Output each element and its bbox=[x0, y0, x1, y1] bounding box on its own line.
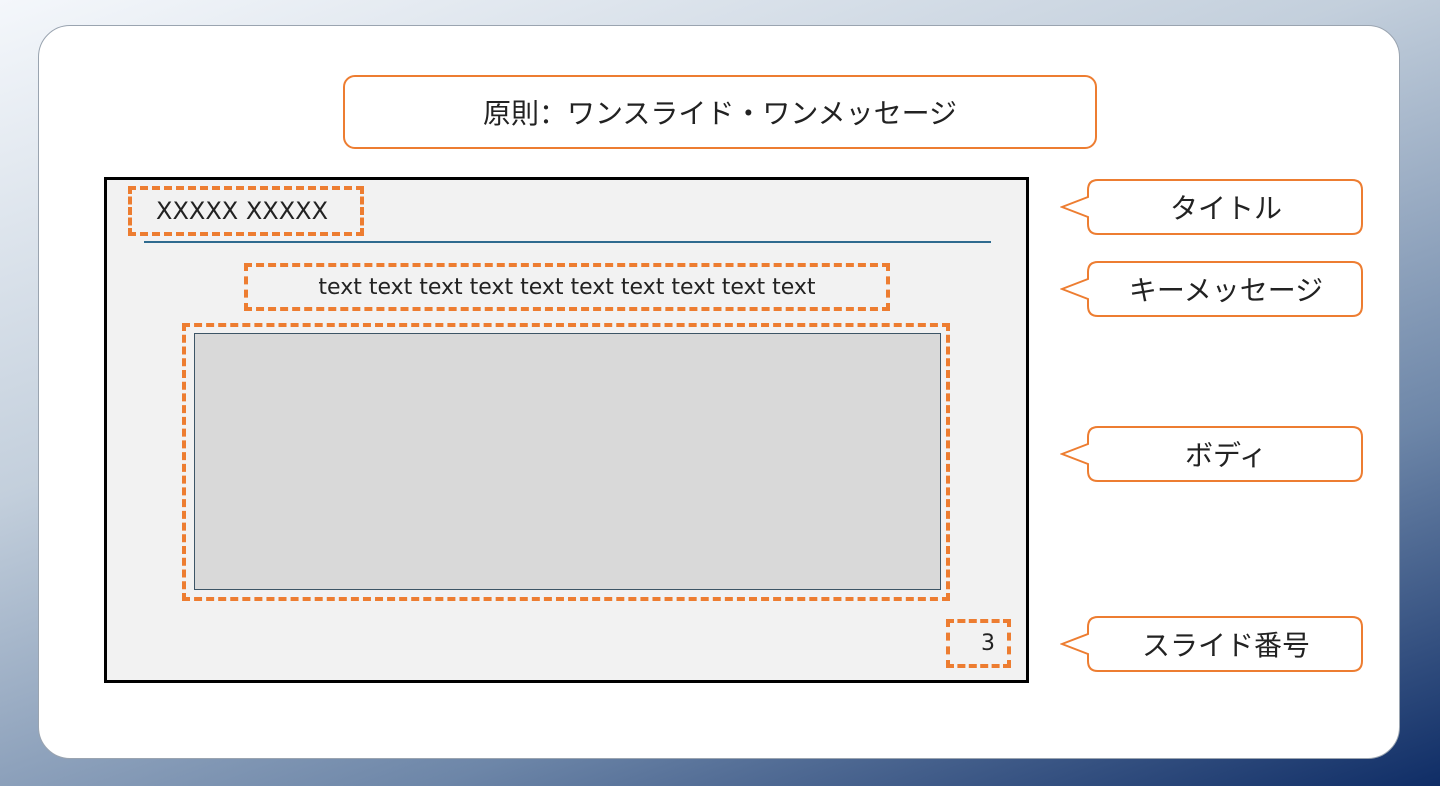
callout-title-label: タイトル bbox=[1169, 192, 1282, 225]
principle-heading: 原則：ワンスライド・ワンメッセージ bbox=[343, 75, 1097, 149]
slide-title-zone: XXXXX XXXXX bbox=[128, 186, 364, 236]
callout-title: タイトル bbox=[1060, 179, 1364, 235]
callout-body-label: ボディ bbox=[1184, 439, 1268, 472]
body-content-panel bbox=[194, 333, 941, 590]
callout-slide-number: スライド番号 bbox=[1060, 616, 1364, 672]
callout-key-message-label: キーメッセージ bbox=[1128, 274, 1324, 307]
key-message-zone: text text text text text text text text … bbox=[244, 263, 890, 311]
callout-body: ボディ bbox=[1060, 426, 1364, 482]
slide-number-zone: 3 bbox=[946, 619, 1011, 668]
callout-slide-number-label: スライド番号 bbox=[1141, 629, 1310, 662]
title-underline bbox=[144, 241, 991, 243]
callout-key-message: キーメッセージ bbox=[1060, 261, 1364, 317]
